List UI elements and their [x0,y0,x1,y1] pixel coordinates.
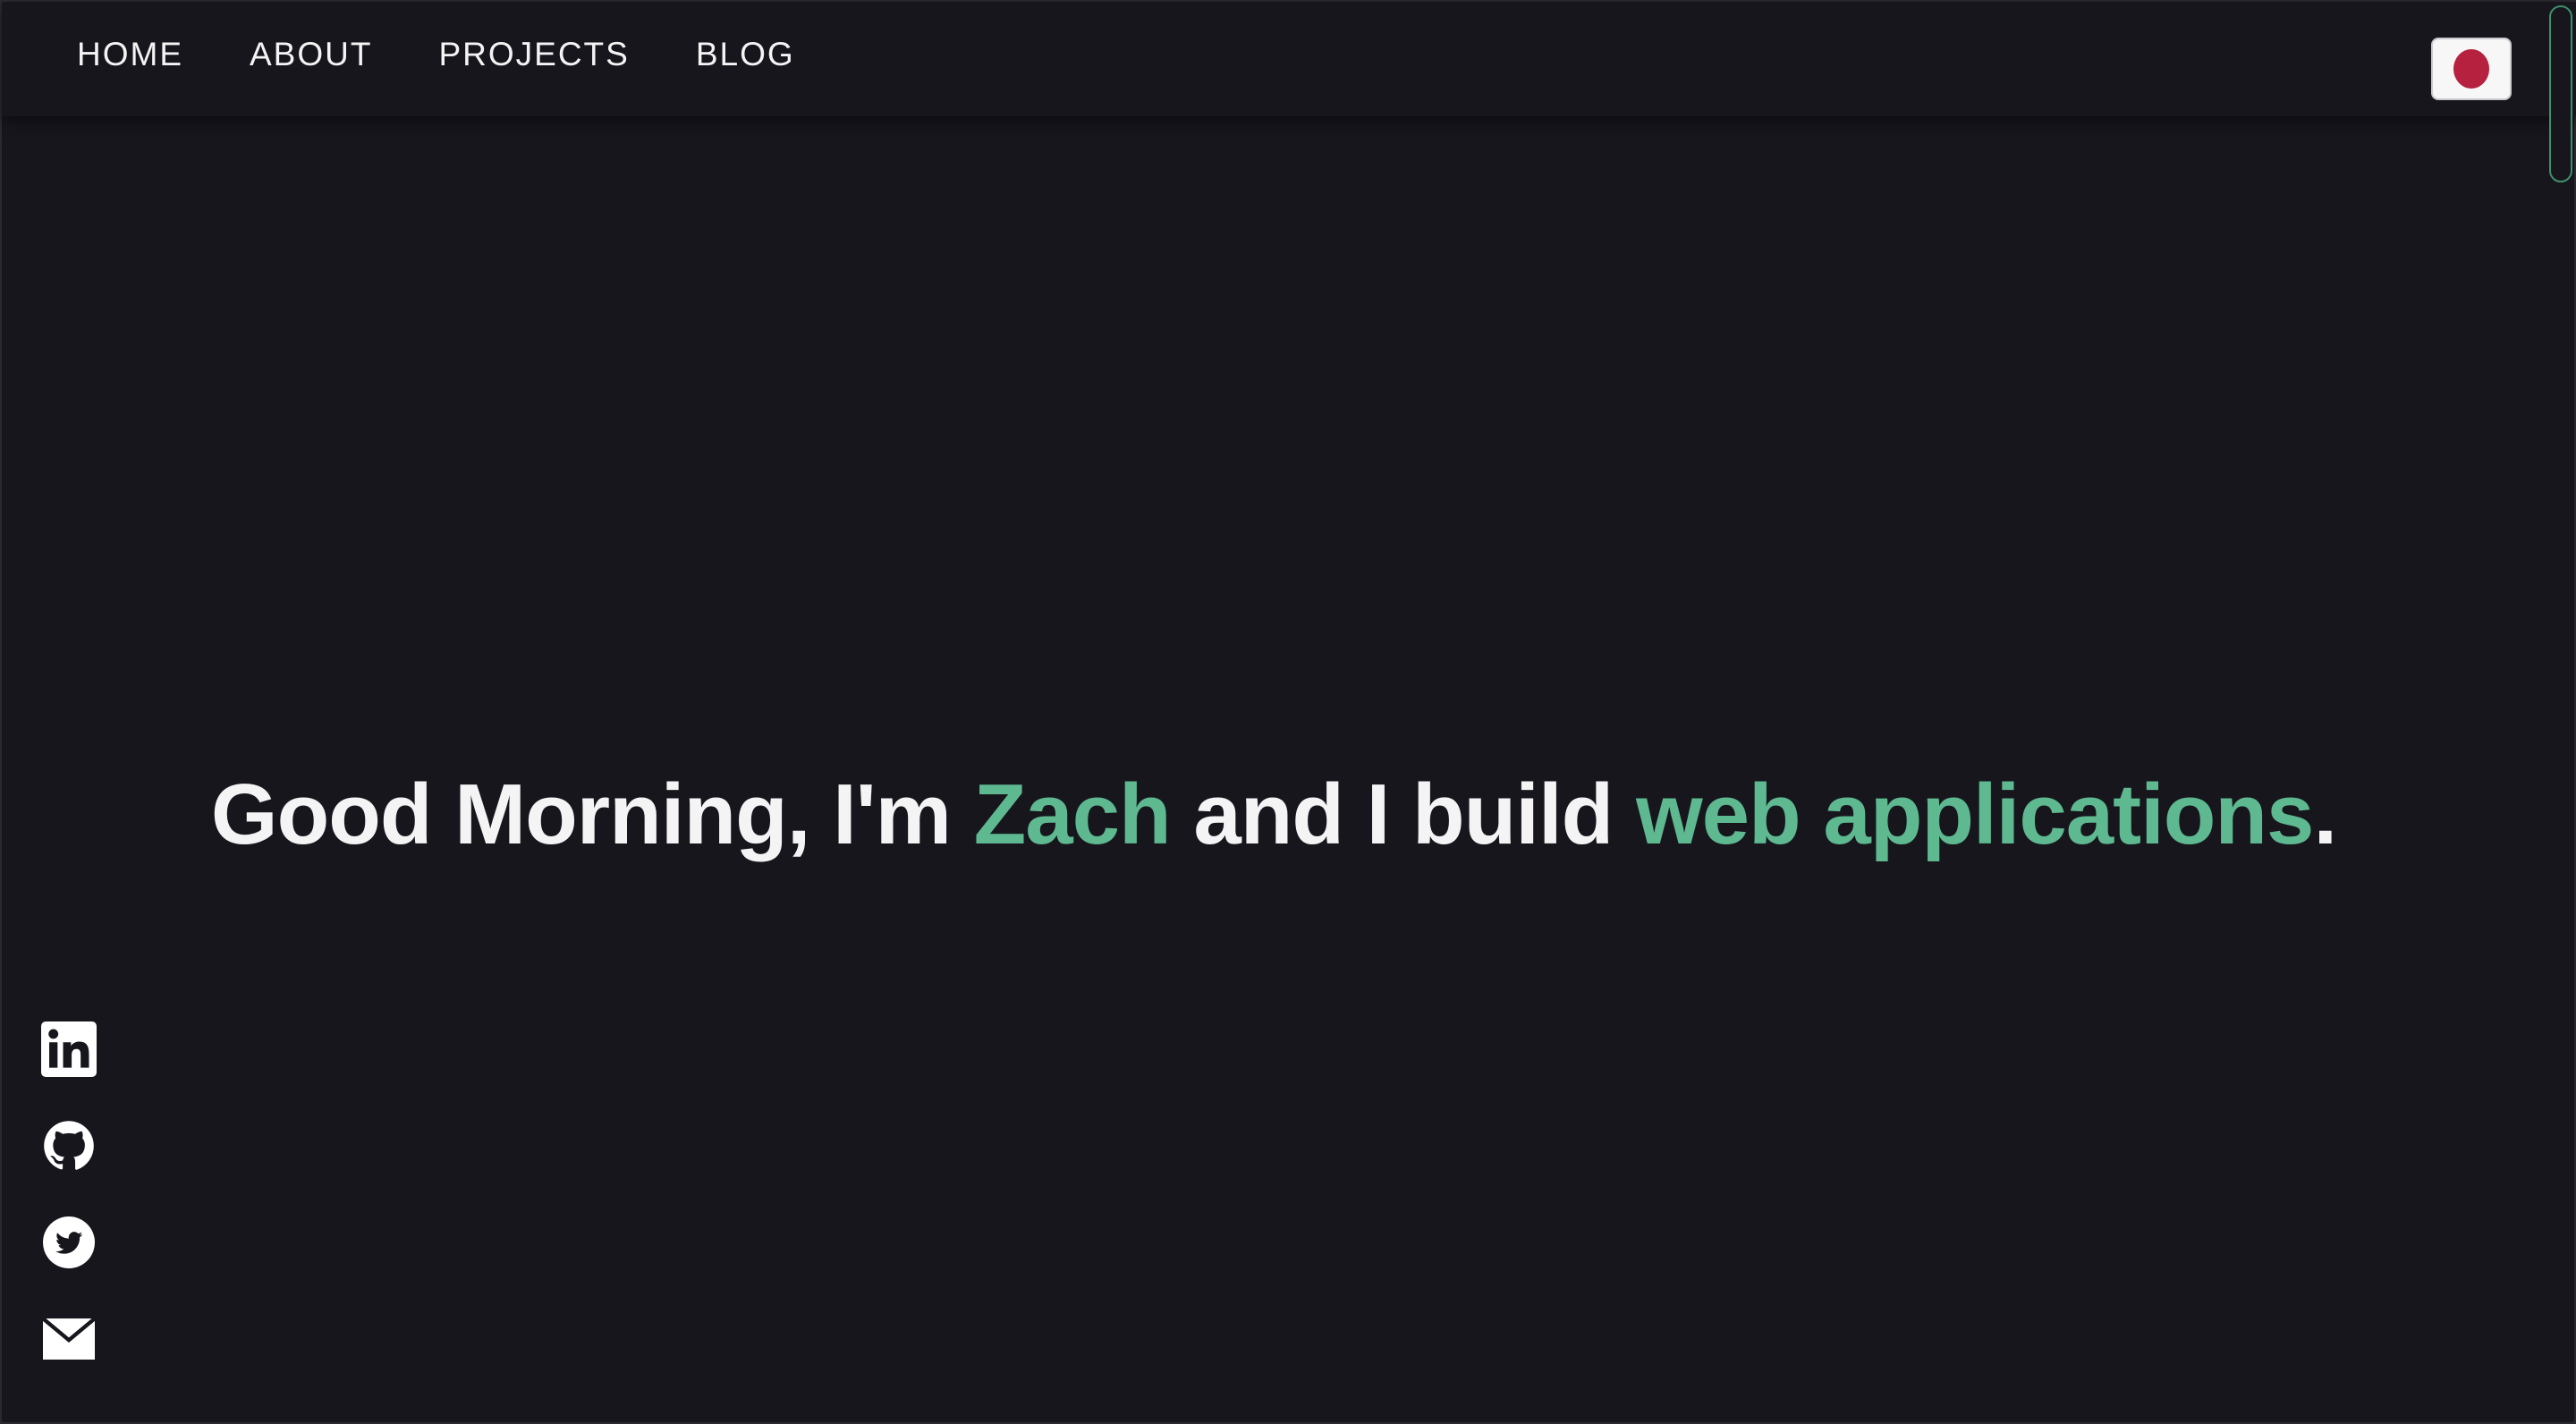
scrollbar-thumb[interactable] [2549,5,2572,182]
nav-blog-link[interactable]: BLOG [696,36,795,73]
social-links [41,1021,97,1367]
nav-home-link[interactable]: HOME [77,36,183,73]
language-toggle-button[interactable] [2431,38,2512,100]
main-nav: HOME ABOUT PROJECTS BLOG [77,36,795,73]
github-icon[interactable] [41,1118,97,1174]
nav-about-link[interactable]: ABOUT [250,36,372,73]
hero-greeting-text: Good Morning, I'm [210,767,974,863]
email-icon[interactable] [41,1311,97,1367]
hero-highlight: web applications [1635,767,2314,863]
top-navbar: HOME ABOUT PROJECTS BLOG [2,2,2576,116]
page: HOME ABOUT PROJECTS BLOG Good Morning, I… [0,0,2576,1424]
hero-heading: Good Morning, I'm Zach and I build web a… [2,766,2546,864]
linkedin-icon[interactable] [41,1021,97,1077]
hero-name: Zach [973,767,1172,863]
hero-period: . [2313,767,2337,863]
japan-flag-icon [2453,49,2489,89]
nav-projects-link[interactable]: PROJECTS [438,36,629,73]
hero-middle-text: and I build [1170,767,1636,863]
twitter-icon[interactable] [41,1215,97,1270]
